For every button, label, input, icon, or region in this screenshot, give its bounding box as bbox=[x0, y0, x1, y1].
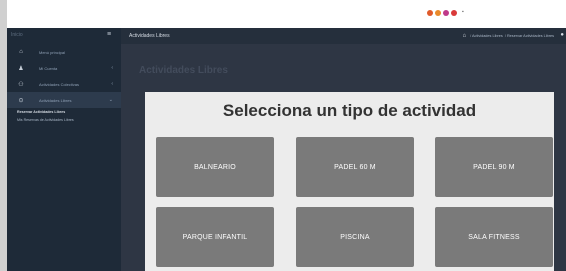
breadcrumb: ⌂ / Actividades Libres / Reservar Activi… bbox=[462, 33, 554, 39]
header-end-icon[interactable]: ● bbox=[560, 32, 564, 38]
sidebar-submenu: Reservar Actividades Libres Mis Reservas… bbox=[7, 108, 121, 124]
sidebar-item-label: Actividades Libres bbox=[39, 97, 72, 103]
submenu-item-mis-reservas[interactable]: Mis Reservas de Actividades Libres bbox=[7, 116, 121, 124]
card-title: Selecciona un tipo de actividad bbox=[222, 101, 477, 120]
brand-dots bbox=[427, 10, 457, 16]
sidebar-item-mi-cuenta[interactable]: ♟ Mi Cuenta ‹ bbox=[7, 60, 121, 76]
chevron-left-icon: ‹ bbox=[111, 65, 113, 71]
activity-button-parque-infantil[interactable]: PARQUE INFANTIL bbox=[156, 207, 274, 267]
group-icon: ⚇ bbox=[18, 81, 24, 88]
sidebar-brand-row: Inicio ≡ bbox=[7, 28, 121, 44]
dot-magenta-icon bbox=[443, 10, 449, 16]
activity-card: Selecciona un tipo de actividad BALNEARI… bbox=[145, 92, 554, 271]
sidebar-item-actividades-libres[interactable]: ⊙ Actividades Libres ⌄ bbox=[7, 92, 121, 108]
page-title: Actividades Libres bbox=[139, 65, 228, 76]
hamburger-menu-icon[interactable]: ≡ bbox=[107, 31, 111, 38]
top-bar: ▪ bbox=[7, 0, 566, 28]
activity-button-balneario[interactable]: BALNEARIO bbox=[156, 137, 274, 197]
submenu-item-reservar[interactable]: Reservar Actividades Libres bbox=[7, 108, 121, 116]
sidebar-menu: ⌂ Menú principal ♟ Mi Cuenta ‹ ⚇ Activid… bbox=[7, 44, 121, 108]
screenshot-frame: ▪ Inicio ≡ ⌂ Menú principal ♟ Mi Cuenta … bbox=[0, 0, 566, 271]
content-header: Actividades Libres ⌂ / Actividades Libre… bbox=[121, 28, 566, 44]
chevron-left-icon: ‹ bbox=[111, 81, 113, 87]
sidebar-brand[interactable]: Inicio bbox=[11, 32, 23, 38]
header-title: Actividades Libres bbox=[129, 33, 170, 39]
sidebar-item-label: Menú principal bbox=[39, 49, 66, 55]
chevron-down-icon: ⌄ bbox=[108, 97, 113, 103]
main-content: Actividades Libres Selecciona un tipo de… bbox=[121, 44, 566, 271]
home-icon[interactable]: ⌂ bbox=[462, 33, 466, 39]
app-screen: ▪ Inicio ≡ ⌂ Menú principal ♟ Mi Cuenta … bbox=[7, 0, 566, 271]
sidebar-item-menu-principal[interactable]: ⌂ Menú principal bbox=[7, 44, 121, 60]
user-icon: ♟ bbox=[18, 65, 24, 72]
dot-red-icon bbox=[451, 10, 457, 16]
breadcrumb-item[interactable]: / Actividades Libres bbox=[470, 34, 503, 38]
breadcrumb-item-current: / Reservar Actividades Libres bbox=[504, 34, 554, 38]
sidebar-item-label: Mi Cuenta bbox=[39, 65, 58, 71]
top-bar-mark: ▪ bbox=[462, 9, 464, 15]
activity-button-sala-fitness[interactable]: SALA FITNESS bbox=[435, 207, 553, 267]
sidebar-item-label: Actividades Colectivas bbox=[39, 81, 80, 87]
activity-button-padel-90[interactable]: PADEL 90 M bbox=[435, 137, 553, 197]
dot-orange-icon bbox=[427, 10, 433, 16]
sidebar: Inicio ≡ ⌂ Menú principal ♟ Mi Cuenta ‹ … bbox=[7, 28, 121, 271]
sidebar-item-actividades-colectivas[interactable]: ⚇ Actividades Colectivas ‹ bbox=[7, 76, 121, 92]
activity-button-padel-60[interactable]: PADEL 60 M bbox=[296, 137, 414, 197]
dot-amber-icon bbox=[435, 10, 441, 16]
target-icon: ⊙ bbox=[18, 97, 24, 104]
home-icon: ⌂ bbox=[19, 49, 23, 55]
activity-button-piscina[interactable]: PISCINA bbox=[296, 207, 414, 267]
